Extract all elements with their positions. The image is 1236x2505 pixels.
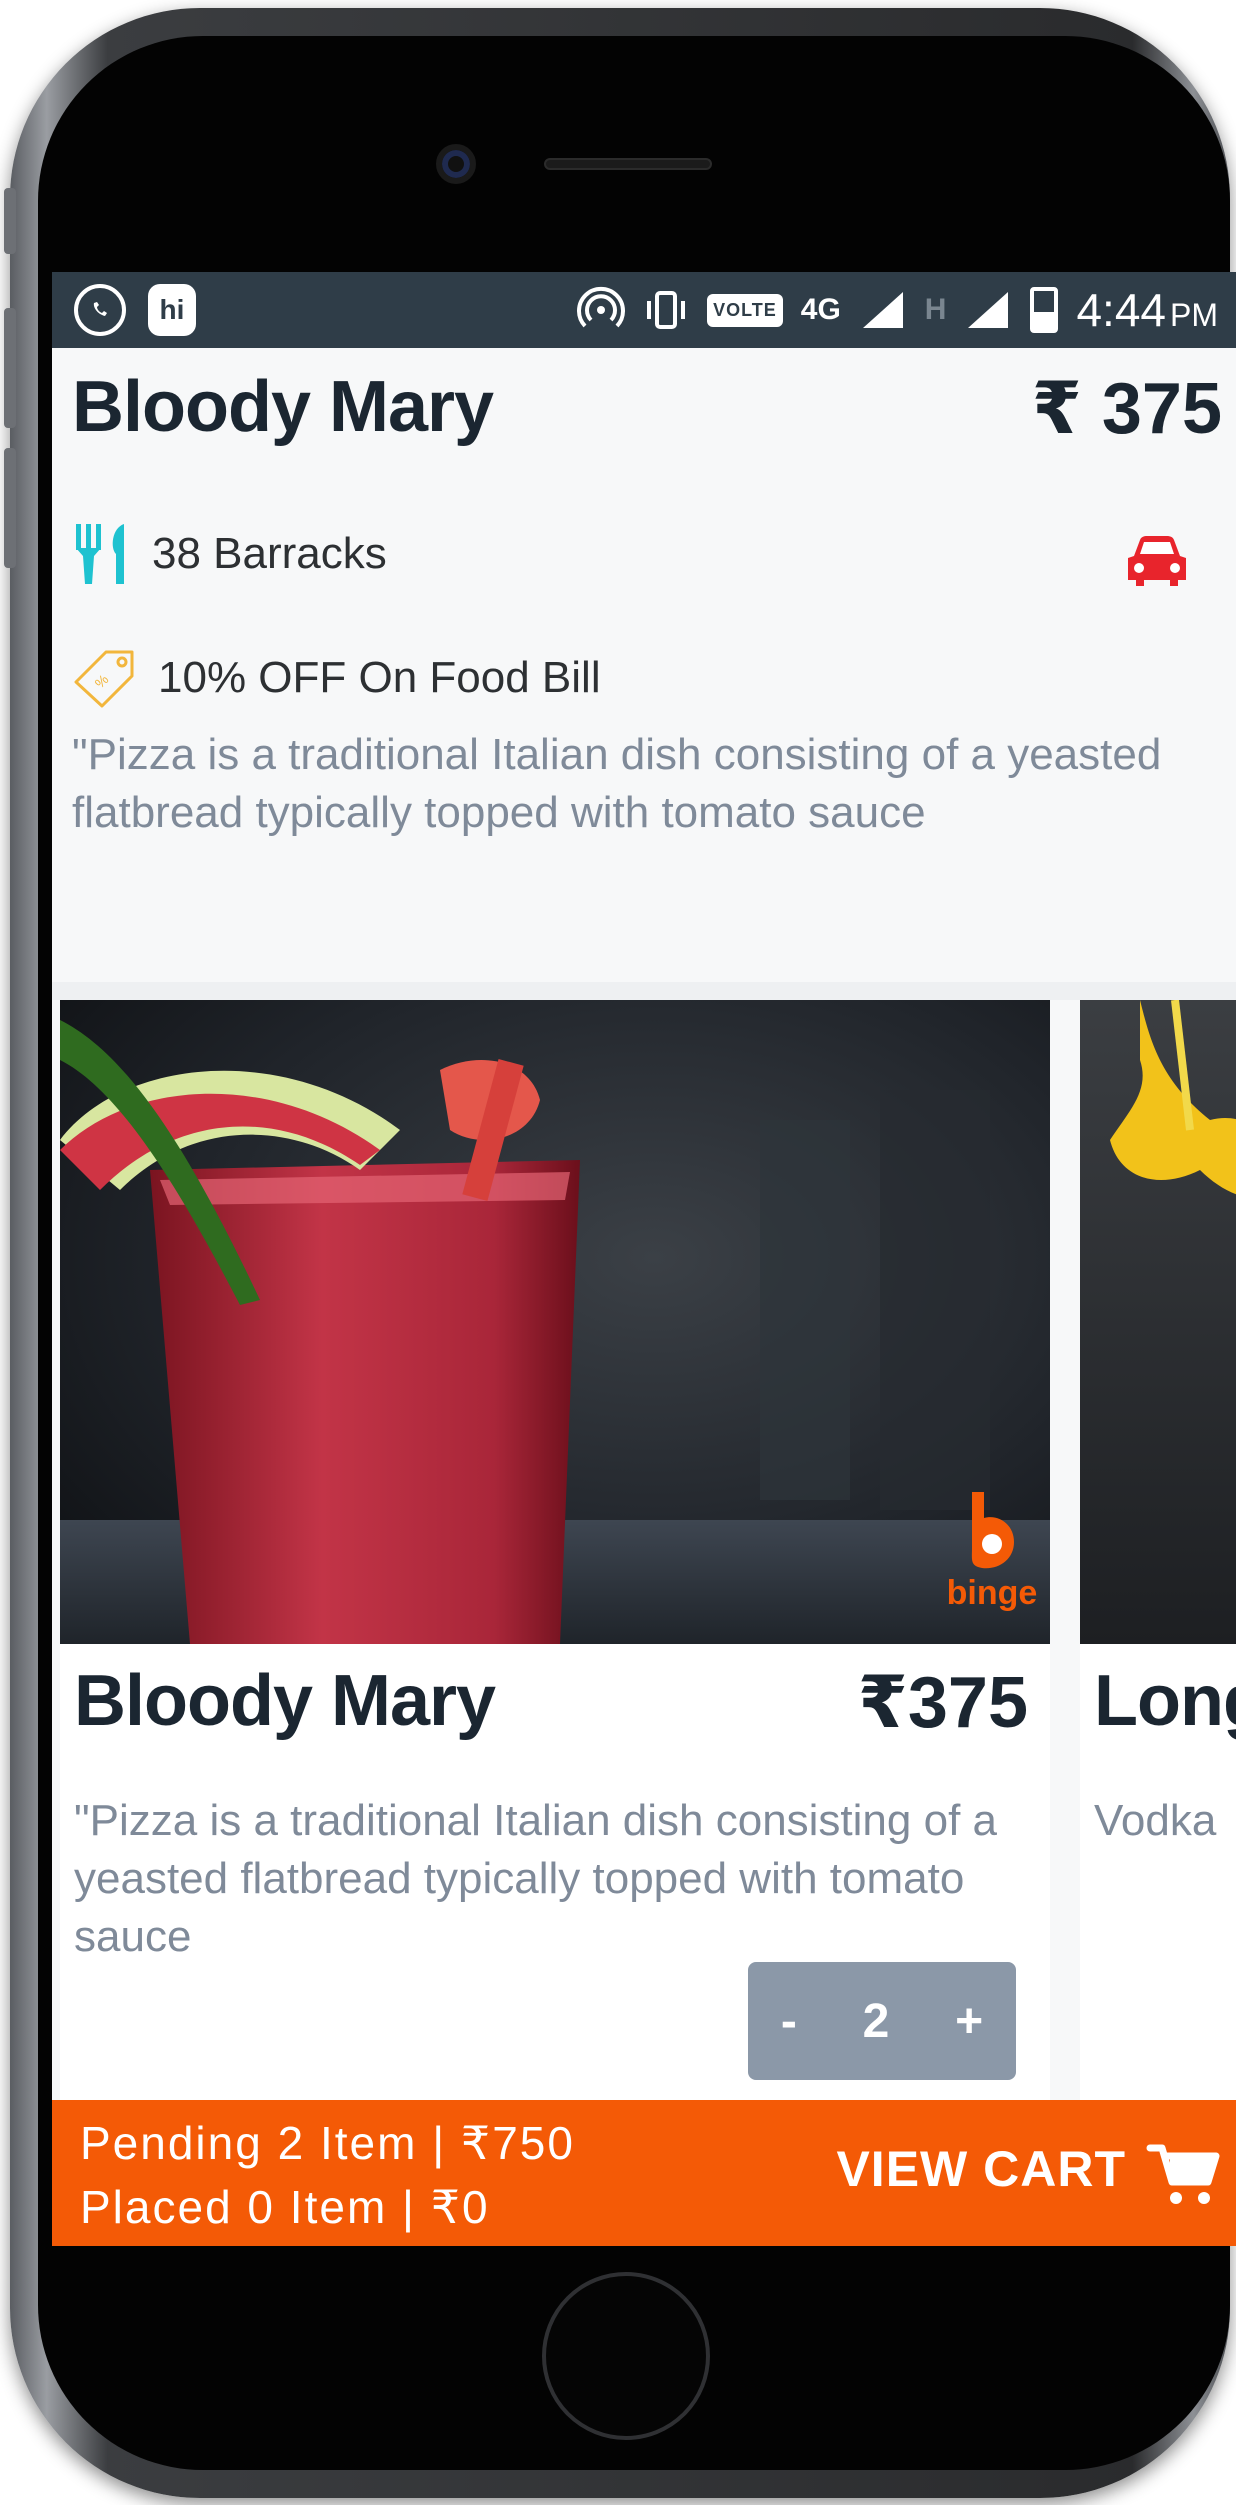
item-price: ₹ 375 [1031,369,1222,449]
hotspot-icon [577,286,626,328]
earpiece-speaker [544,158,712,170]
item-description: "Pizza is a traditional Italian dish con… [72,730,1162,837]
item-header: Bloody Mary ₹ 375 38 Barracks % 10% OFF … [52,348,1236,984]
network-4g-label: 4G [800,293,841,326]
clock-time: 4:44 [1076,284,1166,336]
network-h-label: H [924,293,947,326]
car-icon[interactable] [1124,532,1190,590]
home-button[interactable] [542,2272,710,2440]
hike-hi-icon: hi [148,284,196,336]
view-cart-button[interactable]: VIEW CART [836,2140,1126,2198]
volte-badge: VOLTE [707,293,783,327]
product-description-2: Vodka [1094,1796,1217,1845]
product-title-2: Long [1094,1661,1236,1741]
mute-switch [4,188,16,254]
whatsapp-icon [74,284,126,336]
pending-summary: Pending 2 Item | ₹750 [80,2117,575,2169]
product-photo: binge [60,1000,1050,1644]
clock: 4:44 PM [1076,283,1218,337]
binge-logo: binge [947,1492,1038,1612]
signal-icon [862,292,903,328]
battery-icon [1030,287,1059,333]
svg-text:%: % [91,671,111,691]
product-title: Bloody Mary [74,1661,496,1741]
product-description: "Pizza is a traditional Italian dish con… [74,1796,997,1961]
volume-down-button [4,448,16,568]
section-divider [52,982,1236,1000]
clock-ampm: PM [1170,297,1218,333]
quantity-stepper[interactable]: - 2 + [748,1962,1016,2080]
restaurant-name: 38 Barracks [152,529,387,578]
discount-tag-icon: % [74,650,134,708]
offer-row: % 10% OFF On Food Bill [72,648,601,708]
item-title: Bloody Mary [72,367,494,447]
quantity-value: 2 [862,1994,890,2048]
decrement-button[interactable]: - [781,1994,797,2049]
cart-bar[interactable]: Pending 2 Item | ₹750 Placed 0 Item | ₹0… [52,2100,1236,2246]
restaurant-row[interactable]: 38 Barracks [72,520,387,588]
vibrate-icon [647,291,686,329]
status-bar: hi VOLTE 4G H 4:44 PM [52,272,1236,348]
product-price: ₹375 [857,1663,1028,1743]
app-screen: hi VOLTE 4G H 4:44 PM Bloody Mary ₹ 375 … [52,272,1236,2246]
shopping-cart-icon[interactable] [1146,2142,1222,2208]
front-camera [436,144,476,184]
signal-2-icon [968,292,1009,328]
offer-text: 10% OFF On Food Bill [158,653,601,702]
binge-logo-text: binge [947,1574,1038,1612]
volume-up-button [4,308,16,428]
product-photo-2 [1080,1000,1236,1644]
fork-knife-icon [76,524,124,584]
placed-summary: Placed 0 Item | ₹0 [80,2181,490,2233]
increment-button[interactable]: + [955,1994,983,2049]
product-card-2[interactable]: Long Vodka [1080,1000,1236,2180]
